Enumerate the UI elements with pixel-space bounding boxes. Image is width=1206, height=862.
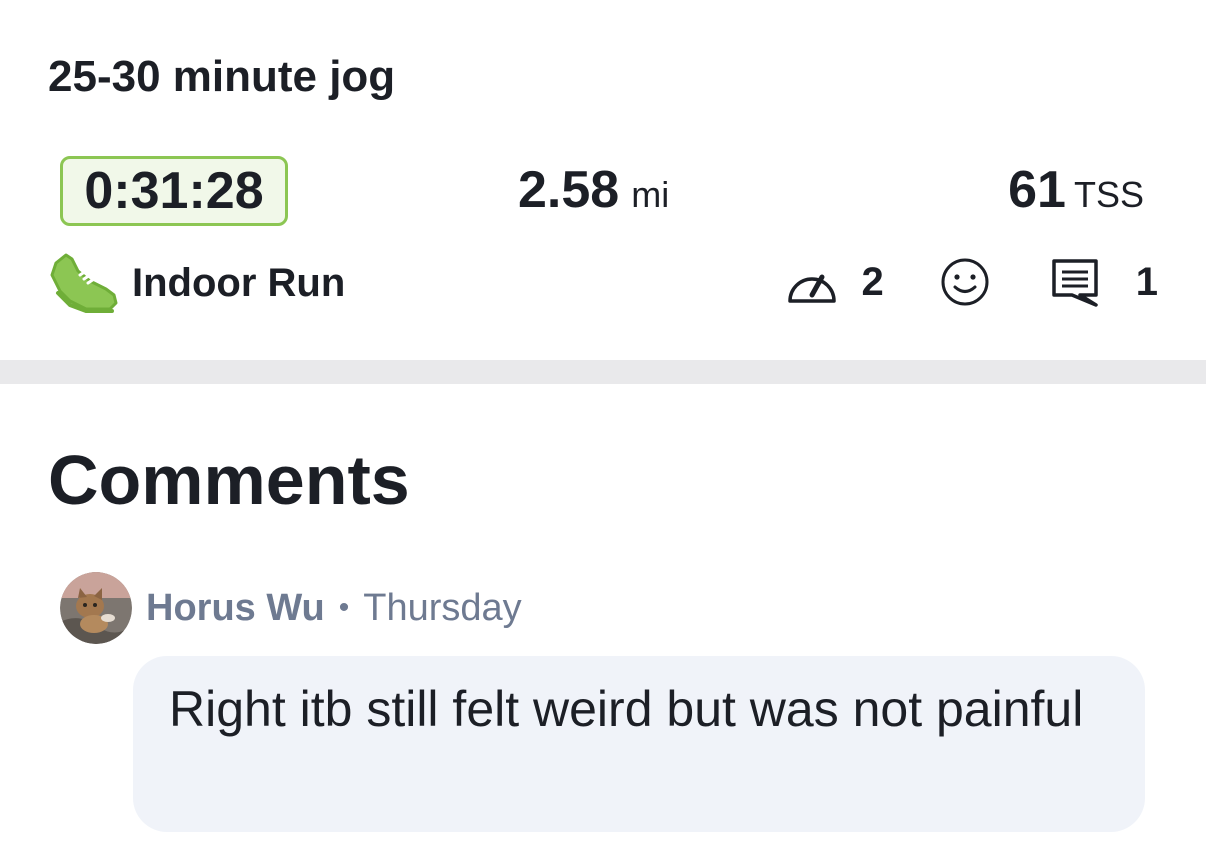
section-divider: [0, 360, 1206, 384]
tss-unit: TSS: [1073, 174, 1144, 215]
comment-author[interactable]: Horus Wu: [146, 587, 325, 630]
sport-type: Indoor Run: [46, 248, 345, 318]
distance-stat: 2.58 mi: [518, 160, 669, 220]
comments-heading: Comments: [48, 441, 410, 519]
comment-icon[interactable]: [1050, 257, 1100, 307]
meta-separator: •: [338, 591, 350, 624]
sport-label: Indoor Run: [132, 260, 346, 305]
workout-metrics: 2 1: [784, 252, 1158, 312]
speedometer-icon[interactable]: [784, 259, 840, 305]
distance-unit: mi: [631, 174, 670, 215]
avatar[interactable]: [60, 572, 132, 644]
running-shoe-icon: [50, 253, 118, 313]
tss-value: 61: [1008, 161, 1066, 219]
comments-count: 1: [1135, 259, 1158, 304]
workout-title: 25-30 minute jog: [48, 52, 396, 101]
tss-stat: 61 TSS: [1008, 160, 1144, 220]
smiley-icon[interactable]: [940, 257, 990, 307]
comment-text: Right itb still felt weird but was not p…: [133, 656, 1145, 832]
distance-value: 2.58: [518, 161, 620, 219]
comment-header: Horus Wu • Thursday: [60, 572, 522, 644]
duration-value: 0:31:28: [60, 156, 288, 226]
effort-count: 2: [861, 259, 884, 304]
workout-detail-page: 25-30 minute jog 0:31:28 2.58 mi 61 TSS In…: [0, 0, 1206, 862]
comment-timestamp: Thursday: [363, 586, 522, 629]
